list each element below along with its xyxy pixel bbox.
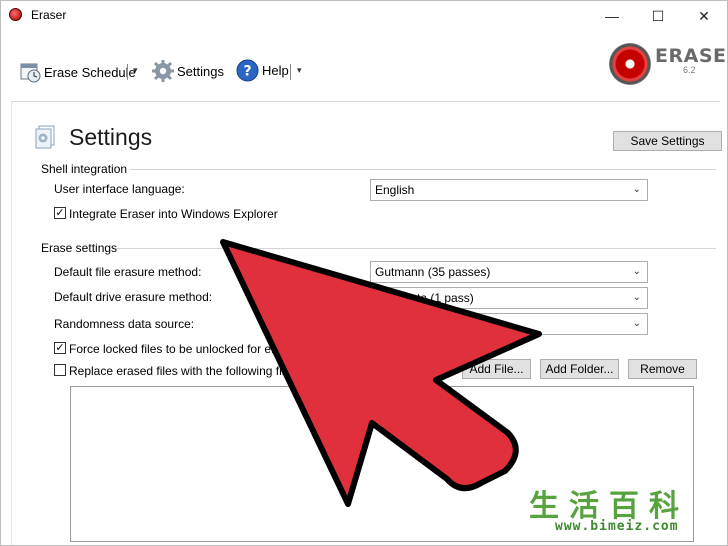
arrow-shape — [220, 239, 542, 507]
red-arrow-annotation — [220, 239, 542, 507]
watermark-url: www.bimeiz.com — [555, 519, 679, 534]
eraser-window: Eraser — ☐ ✕ Erase Schedule ▾ Settings ?… — [0, 0, 728, 546]
watermark: 生活百科 www.bimeiz.com — [521, 481, 721, 541]
